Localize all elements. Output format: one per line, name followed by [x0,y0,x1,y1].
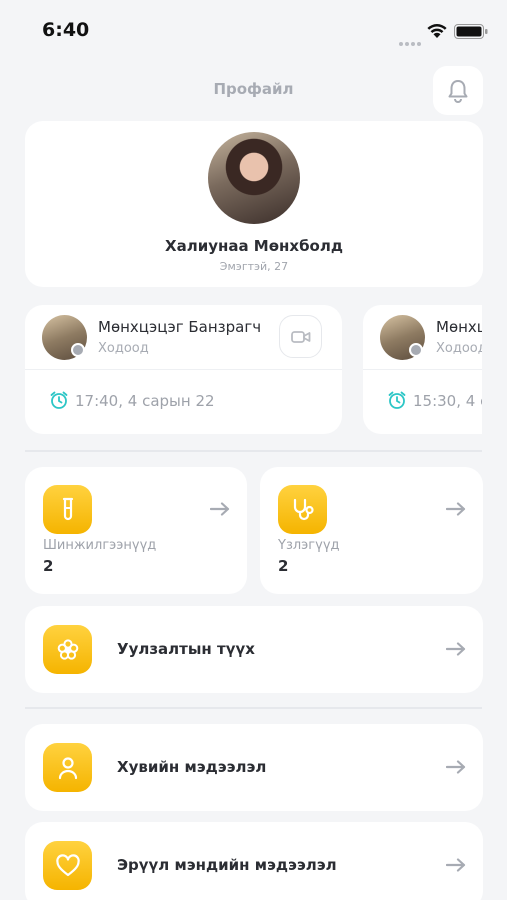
row-label: Эрүүл мэндийн мэдээлэл [117,856,337,874]
status-dot [409,343,423,357]
arrow-right-icon [446,642,466,656]
person-icon [58,756,77,779]
row-icon-bg [43,743,92,792]
doctor-name: Мөнхцэцэг Банзрагч [98,318,262,336]
profile-subtitle: Эмэгтэй, 27 [219,260,289,273]
section-divider [25,450,482,452]
appointment-time: 17:40, 4 сарын 22 [75,392,215,410]
arrow-right-icon [446,760,466,774]
video-camera-icon [290,330,310,343]
bell-icon [448,79,468,103]
arrow-right-icon [446,858,466,872]
section-divider [25,707,482,709]
arrow-right-icon [210,502,230,516]
tile-label: Шинжилгээнүүд [43,538,157,553]
doctor-specialty: Ходоод [436,341,482,356]
row-icon-bg [43,841,92,890]
alarm-clock-icon [388,391,406,409]
health-info-row[interactable]: Эрүүл мэндийн мэдээлэл [25,822,483,900]
doctor-specialty: Ходоод [98,341,149,356]
status-bar: 6:40 [0,0,507,62]
tile-count: 2 [43,557,54,575]
avatar[interactable] [208,132,300,224]
tests-tile[interactable]: Шинжилгээнүүд 2 [25,467,247,594]
personal-info-row[interactable]: Хувийн мэдээлэл [25,724,483,811]
profile-name: Халиунаа Мөнхболд [165,237,343,255]
exams-tile[interactable]: Үзлэгүүд 2 [260,467,483,594]
tile-icon-bg [43,485,92,534]
profile-card: Халиунаа Мөнхболд Эмэгтэй, 27 [25,121,483,287]
card-divider [25,369,342,370]
heart-icon [55,853,80,876]
status-time: 6:40 [42,19,90,41]
flower-icon [57,638,78,660]
tile-label: Үзлэгүүд [278,538,340,553]
battery-icon [454,24,488,39]
signal-icon [399,31,423,50]
row-label: Хувийн мэдээлэл [117,758,267,776]
status-dot [71,343,85,357]
wifi-icon [427,24,447,38]
appointment-time: 15:30, 4 сарын 22 [413,392,482,410]
card-divider [363,369,482,370]
doctor-name: Мөнхцэцэг Банзрагч [436,318,482,336]
tile-icon-bg [278,485,327,534]
alarm-clock-icon [50,391,68,409]
appointment-card[interactable]: Мөнхцэцэг Банзрагч Ходоод 15:30, 4 сарын… [363,305,482,434]
test-tube-icon [62,497,73,520]
tile-count: 2 [278,557,289,575]
page-title: Профайл [213,80,294,98]
video-call-button[interactable] [279,315,322,358]
notifications-button[interactable] [433,66,483,115]
stethoscope-icon [293,498,314,520]
appointment-history-row[interactable]: Уулзалтын түүх [25,606,483,693]
arrow-right-icon [446,502,466,516]
row-icon-bg [43,625,92,674]
appointment-carousel[interactable]: Мөнхцэцэг Банзрагч Ходоод 17:40, 4 сарын… [25,305,482,434]
row-label: Уулзалтын түүх [117,640,255,658]
appointment-card[interactable]: Мөнхцэцэг Банзрагч Ходоод 17:40, 4 сарын… [25,305,342,434]
